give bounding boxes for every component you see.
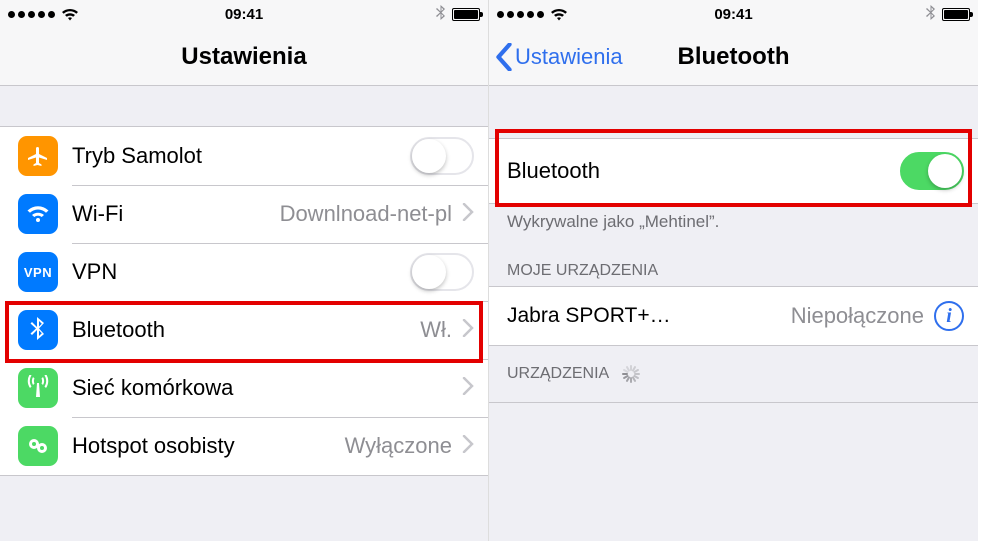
row-airplane-mode[interactable]: Tryb Samolot — [0, 127, 488, 185]
row-label: Wi-Fi — [72, 201, 272, 227]
other-devices-header: URZĄDZENIA — [489, 346, 978, 402]
bluetooth-value: Wł. — [420, 317, 452, 343]
cellular-icon — [18, 368, 58, 408]
chevron-right-icon — [462, 319, 474, 342]
hotspot-value: Wyłączone — [345, 433, 452, 459]
info-button[interactable]: i — [934, 301, 964, 331]
back-label: Ustawienia — [515, 44, 623, 70]
row-wifi[interactable]: Wi-Fi Downlnoad-net-pl — [0, 185, 488, 243]
bluetooth-status-icon — [436, 5, 446, 24]
airplane-toggle[interactable] — [410, 137, 474, 175]
airplane-icon — [18, 136, 58, 176]
row-label: Tryb Samolot — [72, 143, 410, 169]
vpn-toggle[interactable] — [410, 253, 474, 291]
chevron-right-icon — [462, 377, 474, 400]
signal-dots-icon — [497, 11, 544, 18]
discoverable-note: Wykrywalne jako „Mehtinel”. — [489, 204, 978, 234]
row-label: Bluetooth — [507, 158, 900, 184]
row-vpn[interactable]: VPN VPN — [0, 243, 488, 301]
wifi-status-icon — [61, 8, 79, 21]
status-bar: 09:41 — [489, 0, 978, 28]
row-bluetooth-toggle[interactable]: Bluetooth — [489, 139, 978, 203]
row-label: Bluetooth — [72, 317, 412, 343]
row-label: VPN — [72, 259, 410, 285]
settings-list: Tryb Samolot Wi-Fi Downlnoad-net-pl VPN … — [0, 126, 488, 476]
chevron-right-icon — [462, 435, 474, 458]
row-label: Hotspot osobisty — [72, 433, 337, 459]
hotspot-icon — [18, 426, 58, 466]
navbar: Ustawienia — [0, 28, 488, 86]
wifi-icon — [18, 194, 58, 234]
chevron-left-icon — [495, 43, 513, 71]
battery-icon — [942, 8, 970, 21]
back-button[interactable]: Ustawienia — [495, 43, 623, 71]
status-time: 09:41 — [225, 6, 263, 23]
battery-icon — [452, 8, 480, 21]
chevron-right-icon — [462, 203, 474, 226]
bluetooth-toggle-group: Bluetooth — [489, 138, 978, 204]
my-devices-header: MOJE URZĄDZENIA — [489, 234, 978, 286]
page-title: Bluetooth — [678, 43, 790, 71]
row-bluetooth[interactable]: Bluetooth Wł. — [0, 301, 488, 359]
device-row[interactable]: Jabra SPORT+… Niepołączone i — [489, 287, 978, 345]
page-title: Ustawienia — [181, 43, 306, 71]
row-hotspot[interactable]: Hotspot osobisty Wyłączone — [0, 417, 488, 475]
bluetooth-status-icon — [926, 5, 936, 24]
signal-dots-icon — [8, 11, 55, 18]
vpn-icon: VPN — [18, 252, 58, 292]
settings-screen: 09:41 Ustawienia Tryb Samolot — [0, 0, 489, 541]
my-devices-list: Jabra SPORT+… Niepołączone i — [489, 286, 978, 346]
spinner-icon — [621, 364, 641, 384]
bluetooth-icon — [18, 310, 58, 350]
wifi-status-icon — [550, 8, 568, 21]
navbar: Ustawienia Bluetooth — [489, 28, 978, 86]
device-name: Jabra SPORT+… — [507, 304, 783, 328]
row-cellular[interactable]: Sieć komórkowa — [0, 359, 488, 417]
status-bar: 09:41 — [0, 0, 488, 28]
bluetooth-toggle[interactable] — [900, 152, 964, 190]
bluetooth-screen: 09:41 Ustawienia Bluetooth Bluetooth — [489, 0, 978, 541]
wifi-value: Downlnoad-net-pl — [280, 201, 452, 227]
row-label: Sieć komórkowa — [72, 375, 452, 401]
device-status: Niepołączone — [791, 303, 924, 329]
status-time: 09:41 — [714, 6, 752, 23]
